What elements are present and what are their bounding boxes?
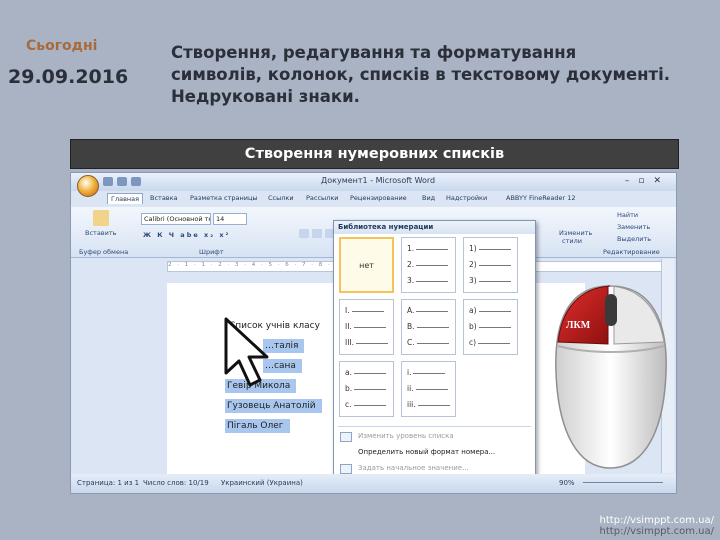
clipboard-group-label: Буфер обмена <box>79 248 129 256</box>
footer-url-shadow[interactable]: http://vsimppt.com.ua/ <box>548 526 714 537</box>
status-zoom[interactable]: 90% <box>559 479 575 487</box>
section-band: Створення нумеровних списків <box>70 139 679 169</box>
align-center-icon[interactable] <box>312 229 322 238</box>
tab-mailings[interactable]: Рассылки <box>303 193 342 203</box>
tab-abbyy[interactable]: ABBYY FineReader 12 <box>503 193 579 203</box>
format-marker: II. <box>345 322 352 331</box>
status-words[interactable]: Число слов: 10/19 <box>143 479 209 487</box>
format-marker: I. <box>345 306 350 315</box>
format-marker: A. <box>407 306 415 315</box>
numbering-format-decimal-dot[interactable]: 1. 2. 3. <box>401 237 456 293</box>
format-marker: 2. <box>407 260 415 269</box>
format-marker: b) <box>469 322 477 331</box>
format-marker: 3) <box>469 276 477 285</box>
paste-icon[interactable] <box>93 210 109 226</box>
editing-group-label: Редактирование <box>603 248 660 256</box>
format-marker: b. <box>345 384 353 393</box>
font-name-select[interactable]: Calibri (Основной те <box>141 213 211 225</box>
define-new-format-item[interactable]: Определить новый формат номера... <box>358 448 495 456</box>
status-bar: Страница: 1 из 1 Число слов: 10/19 Украи… <box>71 474 676 493</box>
tab-review[interactable]: Рецензирование <box>347 193 410 203</box>
zoom-slider[interactable] <box>583 482 663 483</box>
format-marker: B. <box>407 322 415 331</box>
format-marker: C. <box>407 338 415 347</box>
numbering-format-alpha-paren[interactable]: a) b) c) <box>463 299 518 355</box>
tab-addins[interactable]: Надстройки <box>443 193 490 203</box>
font-size-select[interactable]: 14 <box>213 213 247 225</box>
date-value: 29.09.2016 <box>8 66 129 88</box>
page-title: Створення, редагування та форматування с… <box>171 43 671 106</box>
save-icon[interactable] <box>103 177 113 186</box>
menu-divider <box>338 426 531 427</box>
format-marker: 1) <box>469 244 477 253</box>
numbering-format-alpha-upper[interactable]: A. B. C. <box>401 299 456 355</box>
office-button-icon[interactable] <box>77 175 99 197</box>
format-marker: iii. <box>407 400 416 409</box>
tab-page-layout[interactable]: Разметка страницы <box>187 193 261 203</box>
format-marker: c) <box>469 338 477 347</box>
tab-insert[interactable]: Вставка <box>147 193 181 203</box>
format-marker: 2) <box>469 260 477 269</box>
find-button[interactable]: Найти <box>617 211 638 219</box>
numbering-format-alpha-lower[interactable]: a. b. c. <box>339 361 394 417</box>
mouse-button-label: ЛКМ <box>566 320 591 331</box>
today-label: Сьогодні <box>26 38 98 54</box>
numbering-library-header: Библиотека нумерации <box>334 221 535 234</box>
word-titlebar: Документ1 - Microsoft Word –▫✕ <box>71 173 676 197</box>
tab-references[interactable]: Ссылки <box>265 193 297 203</box>
format-marker: ii. <box>407 384 414 393</box>
select-button[interactable]: Выделить <box>617 235 651 243</box>
tab-home[interactable]: Главная <box>107 193 144 204</box>
undo-icon[interactable] <box>117 177 127 186</box>
status-language[interactable]: Украинский (Украина) <box>221 479 303 487</box>
change-styles-button[interactable]: Изменить стили <box>559 229 592 245</box>
font-group-label: Шрифт <box>199 248 224 256</box>
set-start-value-icon <box>340 464 352 474</box>
none-label: нет <box>359 261 374 270</box>
tab-view[interactable]: Вид <box>419 193 438 203</box>
change-list-level-icon <box>340 432 352 442</box>
list-item[interactable]: Пігаль Олег <box>225 419 290 433</box>
word-doc-title: Документ1 - Microsoft Word <box>321 176 436 185</box>
format-marker: a) <box>469 306 477 315</box>
paste-label[interactable]: Вставить <box>85 229 116 237</box>
numbering-format-roman-upper[interactable]: I. II. III. <box>339 299 394 355</box>
format-marker: i. <box>407 368 412 377</box>
format-marker: c. <box>345 400 352 409</box>
footer-url[interactable]: http://vsimppt.com.ua/ <box>548 515 714 526</box>
format-marker: III. <box>345 338 355 347</box>
numbering-format-decimal-paren[interactable]: 1) 2) 3) <box>463 237 518 293</box>
window-controls[interactable]: –▫✕ <box>625 176 670 186</box>
replace-button[interactable]: Заменить <box>617 223 650 231</box>
mouse-pointer-icon <box>224 317 269 387</box>
format-buttons[interactable]: Ж К Ч abe x₂ x² <box>143 231 230 239</box>
list-item[interactable]: Гузовець Анатолій <box>225 399 322 413</box>
numbering-format-none[interactable]: нет <box>339 237 394 293</box>
format-marker: a. <box>345 368 352 377</box>
align-left-icon[interactable] <box>299 229 309 238</box>
change-list-level-item[interactable]: Изменить уровень списка <box>358 432 454 440</box>
redo-icon[interactable] <box>131 177 141 186</box>
set-start-value-item[interactable]: Задать начальное значение... <box>358 464 469 472</box>
numbering-format-roman-lower[interactable]: i. ii. iii. <box>401 361 456 417</box>
numbering-library-dropdown: Библиотека нумерации нет 1. 2. 3. 1) 2) … <box>333 220 536 480</box>
format-marker: 3. <box>407 276 415 285</box>
status-page[interactable]: Страница: 1 из 1 <box>77 479 139 487</box>
format-marker: 1. <box>407 244 415 253</box>
computer-mouse-icon <box>555 285 667 469</box>
